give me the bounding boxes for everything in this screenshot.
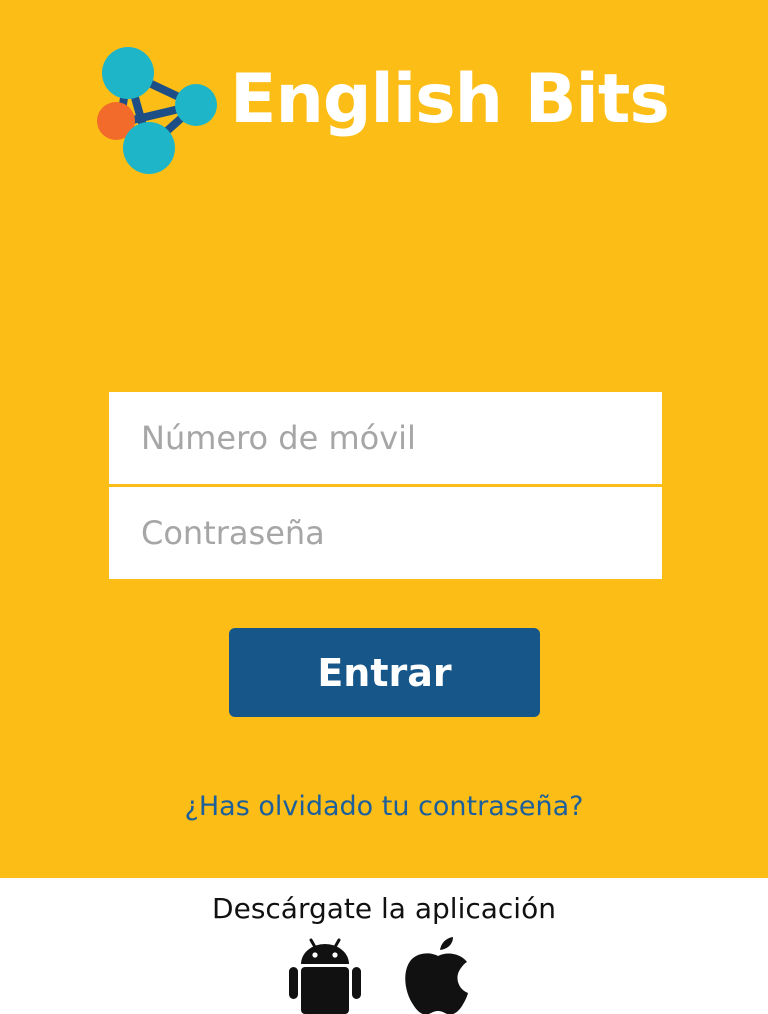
phone-number-input[interactable] — [109, 392, 662, 484]
password-input[interactable] — [109, 487, 662, 579]
apple-icon — [405, 937, 468, 1014]
download-app-title: Descárgate la aplicación — [212, 892, 556, 925]
brand-name: English Bits — [230, 60, 670, 139]
english-bits-logo-icon — [92, 45, 222, 180]
android-download-button[interactable] — [285, 934, 365, 1014]
login-button[interactable]: Entrar — [229, 628, 540, 717]
ios-download-button[interactable] — [398, 934, 478, 1014]
forgot-password-link[interactable]: ¿Has olvidado tu contraseña? — [0, 791, 768, 823]
login-panel: English Bits Entrar ¿Has olvidado tu con… — [0, 0, 768, 878]
android-icon — [289, 938, 361, 1014]
login-form — [109, 392, 662, 579]
